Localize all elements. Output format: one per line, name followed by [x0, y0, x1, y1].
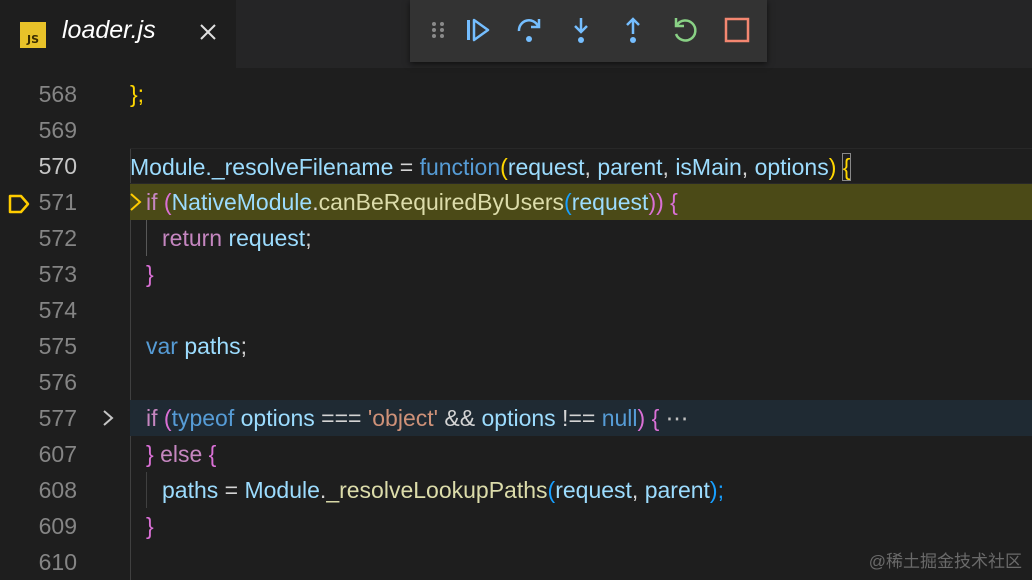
- token: else: [160, 441, 203, 467]
- fold-chevron-right-icon[interactable]: [100, 408, 116, 428]
- token: return: [162, 225, 223, 251]
- restart-icon[interactable]: [670, 15, 700, 45]
- code-line-571-paused: if (NativeModule.canBeRequiredByUsers(re…: [130, 184, 1032, 220]
- line-number: 571: [38, 189, 77, 215]
- token: ===: [314, 405, 368, 431]
- line-number: 572: [38, 225, 77, 251]
- line-number: 607: [38, 441, 77, 467]
- token: isMain: [675, 154, 742, 180]
- token: paths: [162, 477, 219, 503]
- token: &&: [438, 405, 482, 431]
- drag-handle-icon[interactable]: [428, 15, 448, 45]
- token: (: [157, 405, 172, 431]
- code-line-573: }: [130, 256, 1032, 292]
- token: }: [146, 441, 154, 467]
- token: =: [218, 477, 245, 503]
- token: options: [240, 405, 315, 431]
- token: )): [648, 189, 664, 215]
- code-line-607: } else {: [130, 436, 1032, 472]
- token: request: [555, 477, 632, 503]
- token: );: [709, 477, 724, 503]
- matching-bracket: {: [841, 153, 852, 181]
- token: Module: [244, 477, 320, 503]
- token: =: [393, 154, 420, 180]
- debug-toolbar: [410, 0, 767, 62]
- token: request: [507, 154, 585, 180]
- token: Module._resolveFilename: [130, 154, 394, 180]
- token: ,: [631, 477, 645, 503]
- token: function: [419, 154, 501, 180]
- token: ;: [240, 333, 247, 359]
- code-line-575: var paths;: [130, 328, 1032, 364]
- line-number: 573: [38, 261, 77, 287]
- token: ,: [662, 154, 676, 180]
- code-editor[interactable]: }; Module._resolveFilename = function(re…: [130, 68, 1032, 580]
- token: }: [146, 513, 154, 539]
- execution-pointer-icon: [130, 193, 142, 211]
- token: (: [500, 154, 508, 180]
- token: (: [157, 189, 172, 215]
- code-line-570: Module._resolveFilename = function(reque…: [130, 148, 1032, 184]
- token: ;: [305, 225, 312, 251]
- token: options: [754, 154, 829, 180]
- token: }: [146, 261, 154, 287]
- watermark: @稀土掘金技术社区: [868, 552, 1022, 571]
- token: {: [208, 441, 217, 467]
- token: NativeModule: [171, 189, 313, 215]
- token: null: [601, 405, 638, 431]
- line-number: 609: [38, 513, 77, 539]
- token: ,: [741, 154, 755, 180]
- token: paths: [184, 333, 241, 359]
- token: };: [130, 81, 145, 107]
- line-number: 568: [38, 81, 77, 107]
- token: request: [571, 189, 649, 215]
- token: parent: [597, 154, 663, 180]
- code-line-609: }: [130, 508, 1032, 544]
- token: canBeRequiredByUsers: [318, 189, 565, 215]
- code-line-568: };: [130, 76, 1032, 112]
- line-number-gutter: 568 569 570 571 572 573 574 575 576 577 …: [0, 68, 130, 580]
- token: 'object': [367, 405, 439, 431]
- line-number: 610: [38, 549, 77, 575]
- token: ): [637, 405, 652, 431]
- line-number: 569: [38, 117, 77, 143]
- continue-icon[interactable]: [462, 15, 492, 45]
- line-number-active: 570: [38, 153, 77, 179]
- token: {: [663, 189, 678, 215]
- token: ,: [584, 154, 598, 180]
- line-number: 575: [38, 333, 77, 359]
- code-line-572: return request;: [130, 220, 1032, 256]
- token: _resolveLookupPaths: [326, 477, 548, 503]
- token: parent: [644, 477, 710, 503]
- token: (: [564, 189, 572, 215]
- line-number: 576: [38, 369, 77, 395]
- token: typeof: [171, 405, 235, 431]
- token: ): [828, 154, 843, 180]
- stop-icon[interactable]: [722, 15, 752, 45]
- token: if: [146, 405, 158, 431]
- token: var: [146, 333, 178, 359]
- step-over-icon[interactable]: [514, 15, 544, 45]
- step-out-icon[interactable]: [618, 15, 648, 45]
- editor-tab-loader-js[interactable]: JS loader.js: [0, 0, 236, 68]
- code-line-577-folded: if (typeof options === 'object' && optio…: [130, 400, 1032, 436]
- javascript-file-icon: JS: [20, 22, 46, 48]
- folded-ellipsis[interactable]: ⋯: [659, 405, 689, 431]
- step-into-icon[interactable]: [566, 15, 596, 45]
- token: request: [228, 225, 306, 251]
- code-line-608: paths = Module._resolveLookupPaths(reque…: [130, 472, 1032, 508]
- line-number: 577: [38, 405, 77, 431]
- token: !==: [555, 405, 602, 431]
- line-number: 608: [38, 477, 77, 503]
- close-icon[interactable]: [198, 22, 218, 42]
- line-number: 574: [38, 297, 77, 323]
- token: if: [146, 189, 158, 215]
- token: options: [481, 405, 556, 431]
- tab-title: loader.js: [62, 16, 156, 44]
